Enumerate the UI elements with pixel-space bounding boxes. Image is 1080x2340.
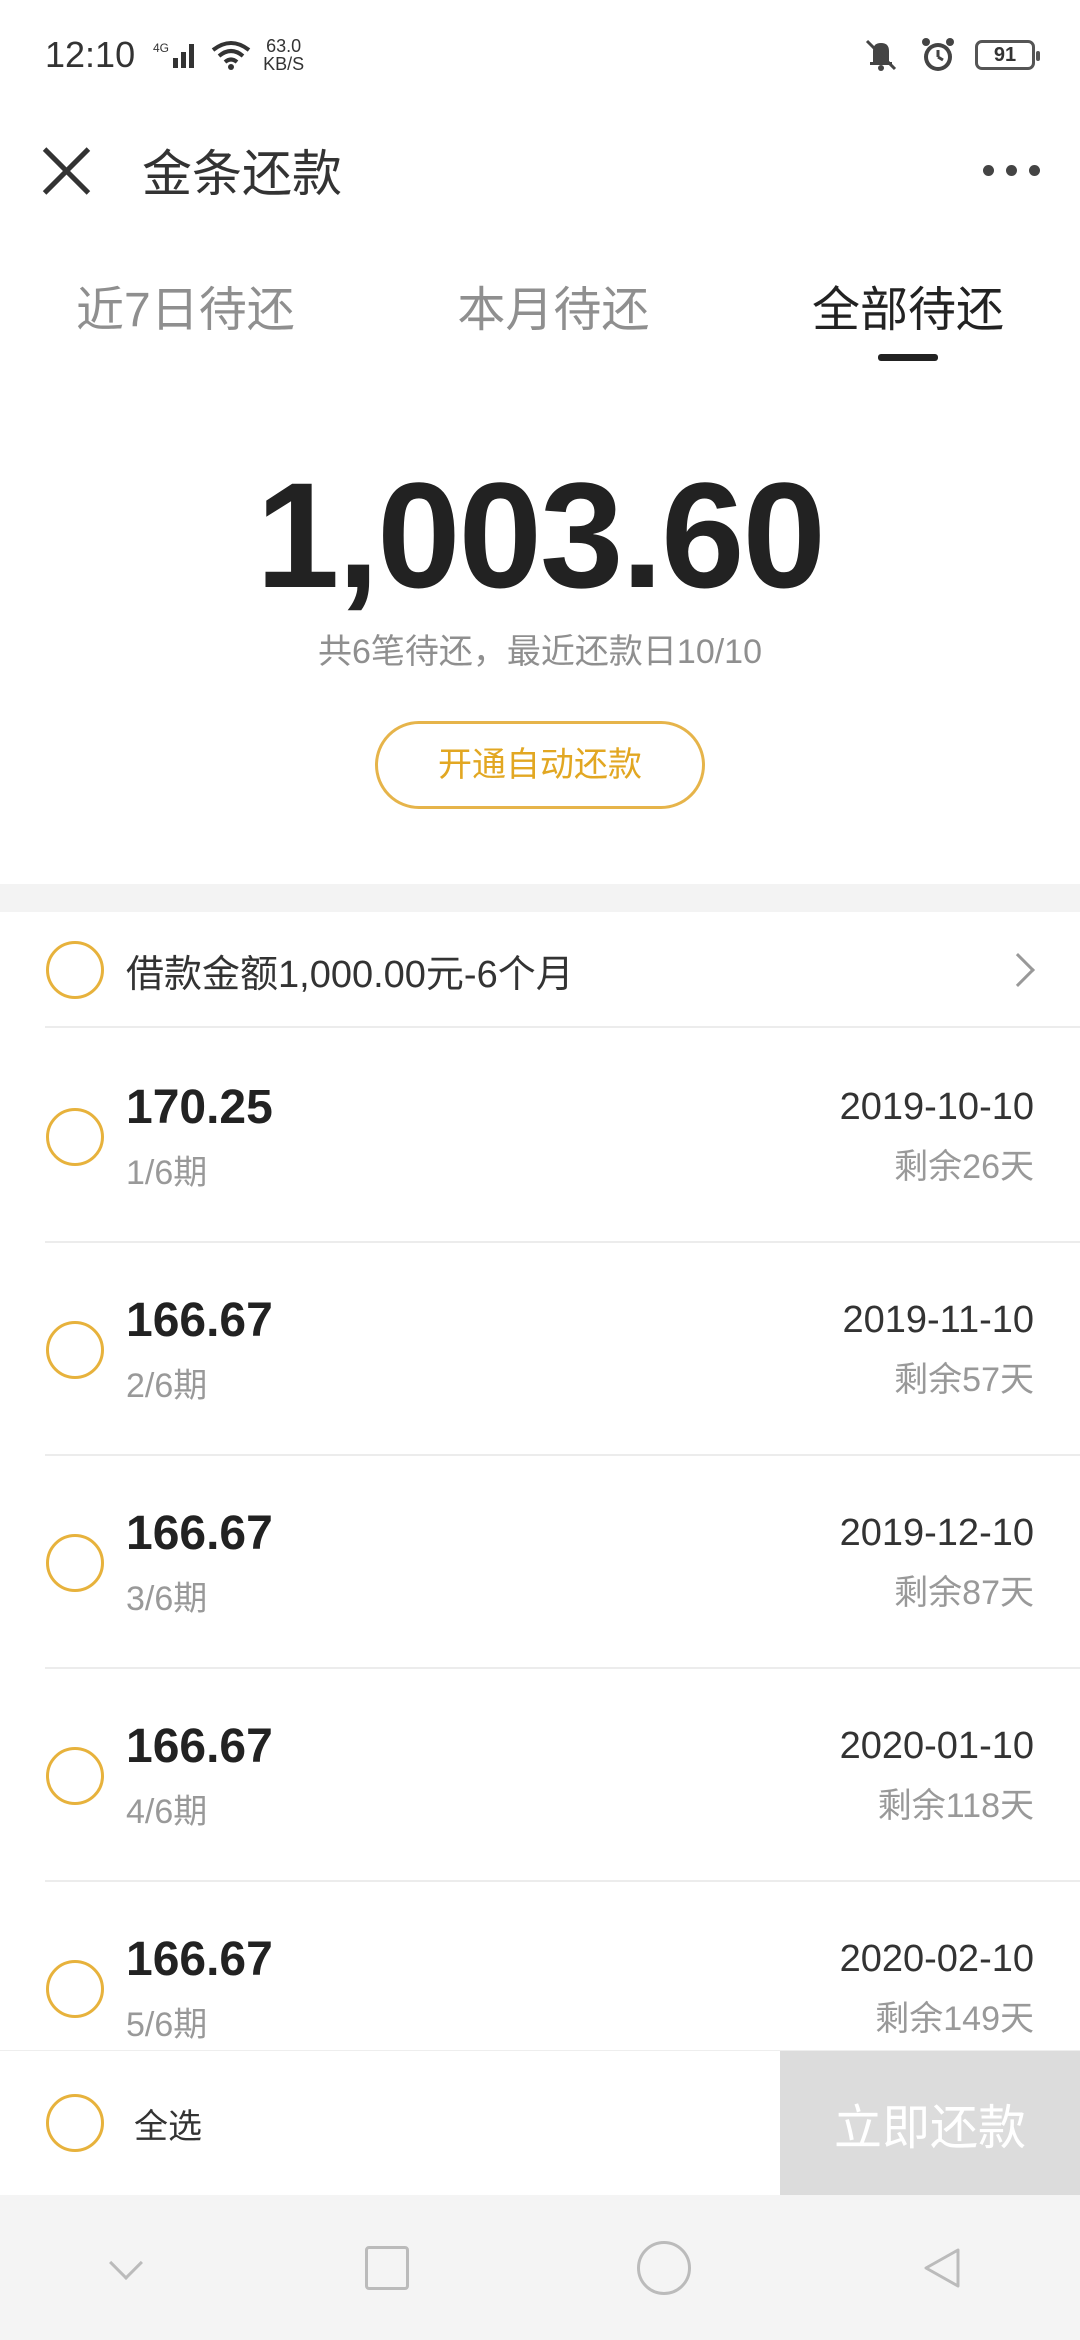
installment-remaining: 剩余149天 <box>875 1999 1034 2038</box>
signal-icon: 4G <box>153 41 195 68</box>
back-icon[interactable] <box>918 2244 966 2292</box>
installment-list: 170.25 1/6期 2019-10-10 剩余26天 166.67 2/6期… <box>0 1030 1080 2095</box>
battery-icon: 91 <box>975 40 1040 70</box>
status-time: 12:10 <box>45 34 136 75</box>
installment-amount: 166.67 <box>126 1506 273 1560</box>
total-amount: 1,003.60 <box>256 451 826 619</box>
installment-period: 3/6期 <box>126 1579 208 1618</box>
loan-title: 借款金额1,000.00元-6个月 <box>126 953 574 996</box>
tab-all-pending[interactable]: 全部待还 <box>812 270 1004 370</box>
recents-icon[interactable] <box>365 2245 410 2290</box>
installment-remaining: 剩余57天 <box>894 1360 1034 1399</box>
status-right-icons: 91 <box>861 35 1040 75</box>
installment-date: 2019-11-10 <box>842 1298 1034 1341</box>
summary-subtitle: 共6笔待还，最近还款日10/10 <box>318 633 762 671</box>
network-speed: 63.0 KB/S <box>263 36 305 74</box>
auto-repay-button[interactable]: 开通自动还款 <box>375 721 705 809</box>
chevron-right-icon <box>1001 953 1035 987</box>
loan-select-checkbox[interactable] <box>46 941 104 999</box>
installment-amount: 170.25 <box>126 1080 273 1134</box>
pay-now-button[interactable]: 立即还款 <box>780 2050 1080 2196</box>
select-all-checkbox[interactable] <box>46 2094 104 2152</box>
installment-checkbox[interactable] <box>46 1320 104 1379</box>
installment-date: 2020-01-10 <box>839 1724 1034 1767</box>
installment-period: 1/6期 <box>126 1153 208 1192</box>
installment-remaining: 剩余118天 <box>877 1786 1034 1825</box>
section-divider <box>0 884 1080 912</box>
installment-date: 2019-12-10 <box>839 1511 1034 1554</box>
installment-checkbox[interactable] <box>46 1107 104 1166</box>
select-all[interactable]: 全选 <box>0 2094 780 2152</box>
status-bar: 12:10 4G 63.0 KB/S 91 <box>0 0 1080 110</box>
chevron-down-icon[interactable] <box>108 2245 143 2280</box>
loan-group-header[interactable]: 借款金额1,000.00元-6个月 <box>0 912 1080 1028</box>
installment-row[interactable]: 166.67 3/6期 2019-12-10 剩余87天 <box>0 1456 1080 1669</box>
installment-amount: 166.67 <box>126 1719 273 1773</box>
installment-amount: 166.67 <box>126 1293 273 1347</box>
installment-period: 5/6期 <box>126 2005 208 2044</box>
close-icon[interactable] <box>40 144 92 196</box>
installment-checkbox[interactable] <box>46 1533 104 1592</box>
tab-bar: 近7日待还 本月待还 全部待还 <box>0 270 1080 370</box>
home-icon[interactable] <box>636 2240 691 2295</box>
status-left-icons: 4G 63.0 KB/S <box>153 37 304 73</box>
tab-this-month[interactable]: 本月待还 <box>457 270 649 370</box>
installment-remaining: 剩余26天 <box>894 1147 1034 1186</box>
installment-row[interactable]: 170.25 1/6期 2019-10-10 剩余26天 <box>0 1030 1080 1243</box>
svg-text:4G: 4G <box>153 41 169 55</box>
installment-remaining: 剩余87天 <box>894 1573 1034 1612</box>
installment-date: 2019-10-10 <box>839 1085 1034 1128</box>
tab-next-7-days[interactable]: 近7日待还 <box>76 270 295 370</box>
installment-period: 4/6期 <box>126 1792 208 1831</box>
bottom-action-bar: 全选 立即还款 <box>0 2050 1080 2196</box>
select-all-label: 全选 <box>134 2107 202 2146</box>
installment-date: 2020-02-10 <box>839 1937 1034 1980</box>
installment-checkbox[interactable] <box>46 1959 104 2018</box>
wifi-icon <box>211 41 251 70</box>
mute-bell-icon <box>865 39 897 71</box>
summary: 1,003.60 共6笔待还，最近还款日10/10 开通自动还款 <box>0 460 1080 809</box>
installment-row[interactable]: 166.67 4/6期 2020-01-10 剩余118天 <box>0 1669 1080 1882</box>
alarm-icon <box>922 38 954 71</box>
page-title: 金条还款 <box>142 146 342 202</box>
installment-amount: 166.67 <box>126 1932 273 1986</box>
more-icon[interactable] <box>983 164 1040 176</box>
installment-period: 2/6期 <box>126 1366 208 1405</box>
app-header: 金条还款 <box>0 110 1080 230</box>
installment-row[interactable]: 166.67 2/6期 2019-11-10 剩余57天 <box>0 1243 1080 1456</box>
system-nav-bar <box>0 2195 1080 2340</box>
installment-checkbox[interactable] <box>46 1746 104 1805</box>
